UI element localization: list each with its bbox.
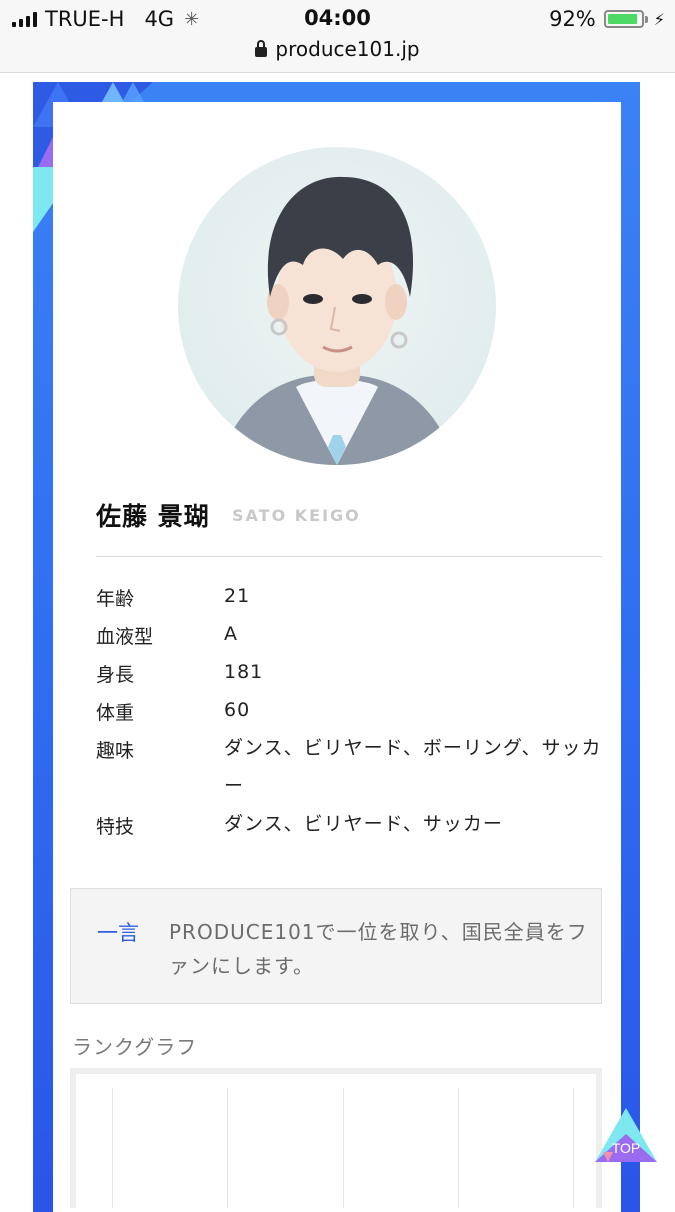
member-name-romaji: SATO KEIGO — [232, 506, 361, 525]
top-button-label: TOP — [612, 1140, 641, 1156]
graph-gridline — [458, 1088, 459, 1208]
profile-photo — [178, 147, 496, 465]
weight-value: 60 — [224, 699, 251, 721]
scroll-to-top-button[interactable]: TOP — [595, 1108, 657, 1166]
hobby-label: 趣味 — [96, 740, 135, 762]
status-bar: TRUE-H 4G ✳ 04:00 92% ⚡ produce101.jp — [0, 0, 675, 73]
comment-label: 一言 — [97, 921, 139, 945]
height-value: 181 — [224, 661, 264, 683]
address-bar[interactable]: produce101.jp — [0, 37, 675, 61]
skill-label: 特技 — [96, 816, 135, 838]
hobby-value: ダンス、ビリヤード、ボーリング、サッカー — [224, 737, 602, 797]
graph-gridline — [112, 1088, 113, 1208]
blood-type-value: A — [224, 623, 238, 645]
graph-gridline — [227, 1088, 228, 1208]
battery-fill — [607, 14, 638, 24]
blood-type-label: 血液型 — [96, 626, 154, 648]
comment-box: 一言 PRODUCE101で一位を取り、国民全員をファンにします。 — [70, 888, 602, 1004]
age-label: 年齢 — [96, 588, 135, 610]
charging-bolt-icon: ⚡ — [653, 9, 665, 29]
url-text: produce101.jp — [275, 37, 420, 61]
battery-percent: 92% — [549, 7, 596, 31]
status-right: 92% ⚡ — [549, 7, 665, 31]
portrait-image — [218, 176, 456, 465]
rank-graph — [70, 1068, 602, 1208]
height-label: 身長 — [96, 664, 135, 686]
lock-icon — [255, 40, 268, 57]
rank-graph-title: ランクグラフ — [72, 1035, 198, 1059]
comment-text: PRODUCE101で一位を取り、国民全員をファンにします。 — [169, 920, 588, 978]
skill-value: ダンス、ビリヤード、サッカー — [224, 813, 503, 835]
member-name: 佐藤 景瑚 — [96, 502, 210, 531]
battery-icon — [603, 10, 648, 28]
divider — [96, 556, 602, 557]
graph-gridline — [573, 1088, 574, 1208]
weight-label: 体重 — [96, 702, 135, 724]
graph-gridline — [343, 1088, 344, 1208]
age-value: 21 — [224, 585, 251, 607]
